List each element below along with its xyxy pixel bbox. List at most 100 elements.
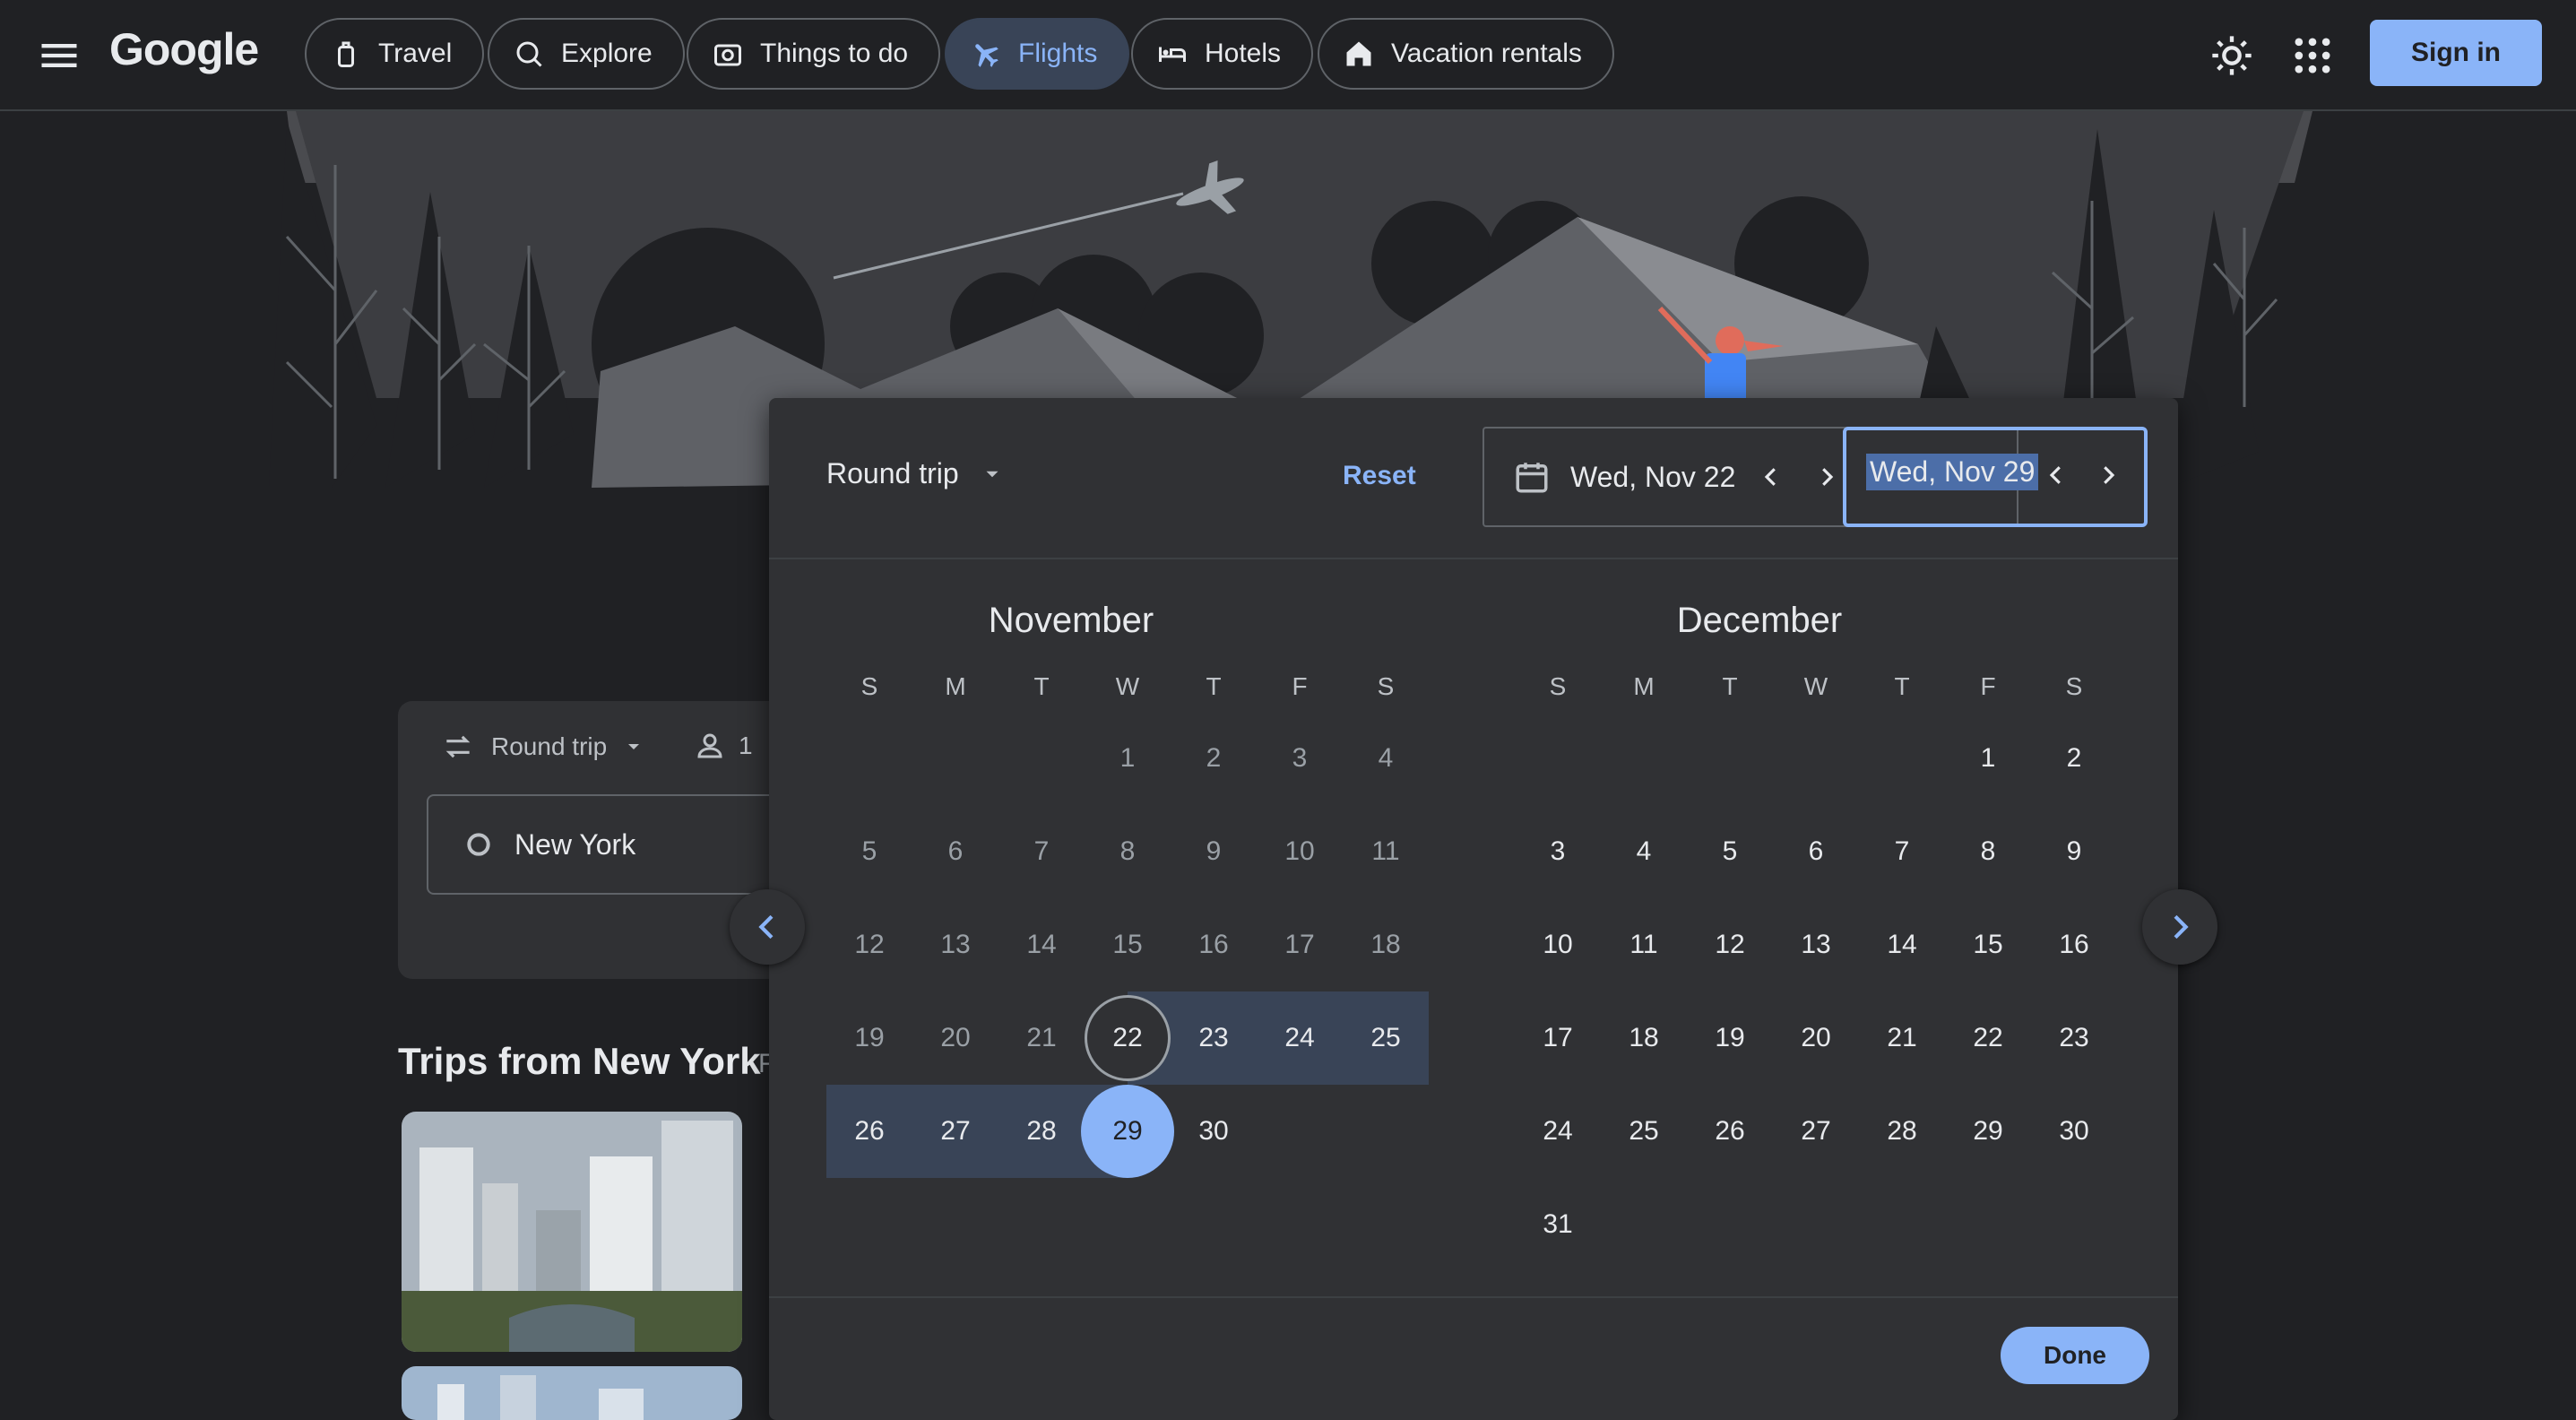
weekday-label: S [2065,672,2083,700]
prev-month-button[interactable] [730,889,805,965]
calendar-day[interactable]: 22 [1085,991,1171,1085]
nav-hotels[interactable]: Hotels [1131,18,1314,90]
nav-things-to-do-label: Things to do [760,39,909,68]
calendar-day[interactable]: 27 [1773,1085,1859,1178]
reset-button[interactable]: Reset [1343,461,1416,491]
calendar-day[interactable]: 9 [1171,805,1257,898]
chevron-right-icon[interactable] [2087,454,2130,497]
calendar-day[interactable]: 19 [1687,991,1773,1085]
calendar-day[interactable]: 28 [1859,1085,1945,1178]
calendar-day[interactable]: 10 [1515,898,1601,991]
nav-things-to-do[interactable]: Things to do [687,18,941,90]
weekday-label: T [1206,672,1222,700]
nav-flights-label: Flights [1018,39,1098,68]
calendar-day[interactable]: 26 [826,1085,912,1178]
calendar-day[interactable]: 3 [1515,805,1601,898]
calendar-day[interactable]: 6 [1773,805,1859,898]
calendar-day[interactable]: 11 [1343,805,1429,898]
passengers-select[interactable]: 1 [694,730,753,762]
calendar-day[interactable]: 30 [1171,1085,1257,1178]
trip-type-label: Round trip [491,732,608,760]
calendar-day[interactable]: 15 [1085,898,1171,991]
calendar-day[interactable]: 6 [912,805,998,898]
calendar-day[interactable]: 25 [1343,991,1429,1085]
calendar-day[interactable]: 30 [2031,1085,2117,1178]
destination-photo[interactable] [402,1366,742,1420]
theme-toggle-icon[interactable] [2209,32,2255,79]
calendar-day[interactable]: 15 [1945,898,2031,991]
calendar-day[interactable]: 5 [1687,805,1773,898]
calendar-day[interactable]: 28 [998,1085,1085,1178]
calendar-day[interactable]: 3 [1257,712,1343,805]
weekday-label: F [1292,672,1308,700]
apps-grid-icon[interactable] [2289,32,2336,79]
calendar-day[interactable]: 8 [1085,805,1171,898]
calendar-day[interactable]: 14 [998,898,1085,991]
calendar-day[interactable]: 26 [1687,1085,1773,1178]
chevron-right-icon[interactable] [1805,455,1848,498]
calendar-day[interactable]: 11 [1601,898,1687,991]
calendar-day[interactable]: 1 [1085,712,1171,805]
caret-down-icon [986,471,998,477]
calendar-day[interactable]: 4 [1601,805,1687,898]
calendar-day[interactable]: 2 [1171,712,1257,805]
weekday-label: M [1633,672,1655,700]
origin-value: New York [514,827,636,861]
next-month-button[interactable] [2142,889,2217,965]
calendar-day[interactable]: 21 [1859,991,1945,1085]
calendar-day[interactable]: 1 [1945,712,2031,805]
calendar-day[interactable]: 16 [1171,898,1257,991]
calendar-day[interactable]: 22 [1945,991,2031,1085]
return-date-field[interactable]: Wed, Nov 29 [1843,427,2148,527]
calendar-day[interactable]: 9 [2031,805,2117,898]
calendar-day[interactable]: 13 [1773,898,1859,991]
calendar-day[interactable]: 4 [1343,712,1429,805]
calendar-day[interactable]: 17 [1515,991,1601,1085]
sign-in-button[interactable]: Sign in [2370,20,2542,86]
calendar-day[interactable]: 27 [912,1085,998,1178]
calendar-day[interactable]: 13 [912,898,998,991]
calendar-day[interactable]: 17 [1257,898,1343,991]
dialog-trip-type-select[interactable]: Round trip [826,457,1004,490]
calendar-day[interactable]: 19 [826,991,912,1085]
calendar-day[interactable]: 29 [1945,1085,2031,1178]
calendar-day[interactable]: 2 [2031,712,2117,805]
calendar-day[interactable]: 20 [912,991,998,1085]
calendar-day[interactable]: 21 [998,991,1085,1085]
calendar-day[interactable]: 7 [998,805,1085,898]
calendar-day[interactable]: 29 [1085,1085,1171,1178]
destination-photo[interactable] [402,1112,742,1352]
nav-travel[interactable]: Travel [305,18,485,90]
calendar-day[interactable]: 8 [1945,805,2031,898]
calendar-day[interactable]: 14 [1859,898,1945,991]
chevron-left-icon[interactable] [2035,454,2078,497]
calendar-day[interactable]: 16 [2031,898,2117,991]
return-date-value: Wed, Nov 29 [1866,454,2039,490]
calendar-day[interactable]: 25 [1601,1085,1687,1178]
departure-date-field[interactable]: Wed, Nov 22 [1513,429,1735,525]
trip-type-select[interactable]: Round trip [441,730,644,764]
calendar-day[interactable]: 18 [1601,991,1687,1085]
nav-flights[interactable]: Flights [945,18,1130,90]
calendar-day[interactable]: 12 [1687,898,1773,991]
calendar-day[interactable]: 20 [1773,991,1859,1085]
trips-heading: Trips from New York [398,1040,761,1082]
calendar-day[interactable]: 23 [1171,991,1257,1085]
calendar-day[interactable]: 24 [1257,991,1343,1085]
calendar-day[interactable]: 7 [1859,805,1945,898]
calendar-day[interactable]: 31 [1515,1178,1601,1271]
calendar-day[interactable]: 12 [826,898,912,991]
calendar-day[interactable]: 5 [826,805,912,898]
chevron-left-icon [758,914,774,939]
google-logo[interactable]: Google [109,23,259,75]
chevron-left-icon[interactable] [1750,455,1793,498]
camera-icon [714,44,741,66]
calendar-day[interactable]: 23 [2031,991,2117,1085]
nav-vacation-rentals[interactable]: Vacation rentals [1318,18,1614,90]
calendar-day[interactable]: 18 [1343,898,1429,991]
nav-explore[interactable]: Explore [488,18,685,90]
calendar-day[interactable]: 10 [1257,805,1343,898]
menu-icon[interactable] [36,32,82,79]
calendar-day[interactable]: 24 [1515,1085,1601,1178]
done-button[interactable]: Done [2001,1327,2149,1384]
